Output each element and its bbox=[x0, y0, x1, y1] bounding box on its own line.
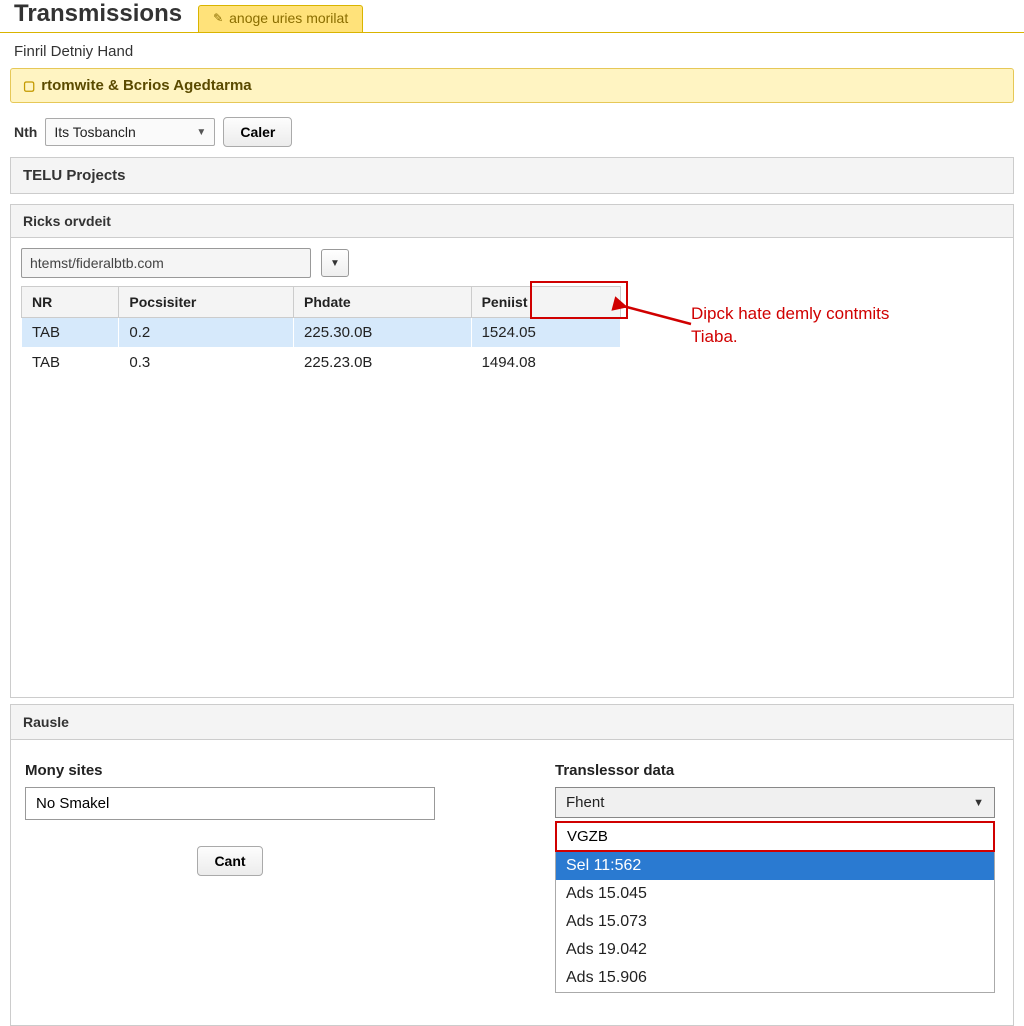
nth-label: Nth bbox=[14, 124, 37, 140]
translessor-select[interactable]: Fhent ▼ bbox=[555, 787, 995, 818]
subtitle: Finril Detniy Hand bbox=[0, 33, 1024, 68]
table-row[interactable]: TAB 0.3 225.23.0B 1494.08 bbox=[22, 348, 621, 378]
table-row[interactable]: TAB 0.2 225.30.0B 1524.05 bbox=[22, 318, 621, 348]
mony-sites-input[interactable] bbox=[25, 787, 435, 820]
cell-ph: 225.30.0B bbox=[294, 318, 472, 348]
annotation-text: Dipck hate demly contmits Tiaba. bbox=[691, 303, 889, 349]
translessor-option[interactable]: Ads 19.042 bbox=[556, 936, 994, 964]
filter-input[interactable] bbox=[21, 248, 311, 278]
chevron-down-icon: ▼ bbox=[973, 797, 984, 809]
tab-icon: ✎ bbox=[213, 11, 223, 25]
cell-pen: 1524.05 bbox=[471, 318, 620, 348]
cell-pen: 1494.08 bbox=[471, 348, 620, 378]
info-bar-icon: ▢ bbox=[23, 78, 35, 94]
nth-select[interactable]: Its Tosbancln ▼ bbox=[45, 118, 215, 146]
translessor-option[interactable]: Ads 15.906 bbox=[556, 964, 994, 992]
translessor-option[interactable]: Ads 15.045 bbox=[556, 880, 994, 908]
cell-poc: 0.3 bbox=[119, 348, 294, 378]
col-pocsisiter[interactable]: Pocsisiter bbox=[119, 287, 294, 318]
panel-rausle-body: Mony sites Cant Translessor data Fhent ▼… bbox=[10, 740, 1014, 1026]
tab-active-label: anoge uries morilat bbox=[229, 10, 348, 26]
mony-sites-label: Mony sites bbox=[25, 762, 435, 779]
translessor-option[interactable]: Sel 11:562 bbox=[556, 852, 994, 880]
chevron-down-icon: ▼ bbox=[330, 258, 340, 269]
page-title: Transmissions bbox=[0, 0, 196, 32]
translessor-label: Translessor data bbox=[555, 762, 995, 779]
annotation-arrow-icon bbox=[611, 292, 701, 332]
caler-button[interactable]: Caler bbox=[223, 117, 292, 147]
info-bar: ▢ rtomwite & Bcrios Agedtarma bbox=[10, 68, 1014, 103]
cell-nr: TAB bbox=[22, 318, 119, 348]
nth-select-value: Its Tosbancln bbox=[54, 124, 135, 140]
col-peniist[interactable]: Peniist bbox=[471, 287, 620, 318]
translessor-option[interactable]: Ads 15.073 bbox=[556, 908, 994, 936]
chevron-down-icon: ▼ bbox=[196, 127, 206, 138]
translessor-options-list: Sel 11:562 Ads 15.045 Ads 15.073 Ads 19.… bbox=[555, 852, 995, 993]
filter-dropdown-button[interactable]: ▼ bbox=[321, 249, 349, 277]
panel-ricks-body: ▼ NR Pocsisiter Phdate Peniist TAB 0.2 2… bbox=[10, 238, 1014, 698]
panel-projects-header: TELU Projects bbox=[10, 157, 1014, 194]
translessor-search-input[interactable] bbox=[555, 821, 995, 852]
panel-ricks-header: Ricks orvdeit bbox=[10, 204, 1014, 238]
info-bar-text: rtomwite & Bcrios Agedtarma bbox=[41, 77, 251, 94]
panel-rausle-header: Rausle bbox=[10, 704, 1014, 740]
col-nr[interactable]: NR bbox=[22, 287, 119, 318]
cell-poc: 0.2 bbox=[119, 318, 294, 348]
data-table: NR Pocsisiter Phdate Peniist TAB 0.2 225… bbox=[21, 286, 621, 378]
cell-ph: 225.23.0B bbox=[294, 348, 472, 378]
col-phdate[interactable]: Phdate bbox=[294, 287, 472, 318]
translessor-select-value: Fhent bbox=[566, 794, 604, 811]
cell-nr: TAB bbox=[22, 348, 119, 378]
tab-active[interactable]: ✎ anoge uries morilat bbox=[198, 5, 363, 32]
cant-button[interactable]: Cant bbox=[197, 846, 262, 876]
